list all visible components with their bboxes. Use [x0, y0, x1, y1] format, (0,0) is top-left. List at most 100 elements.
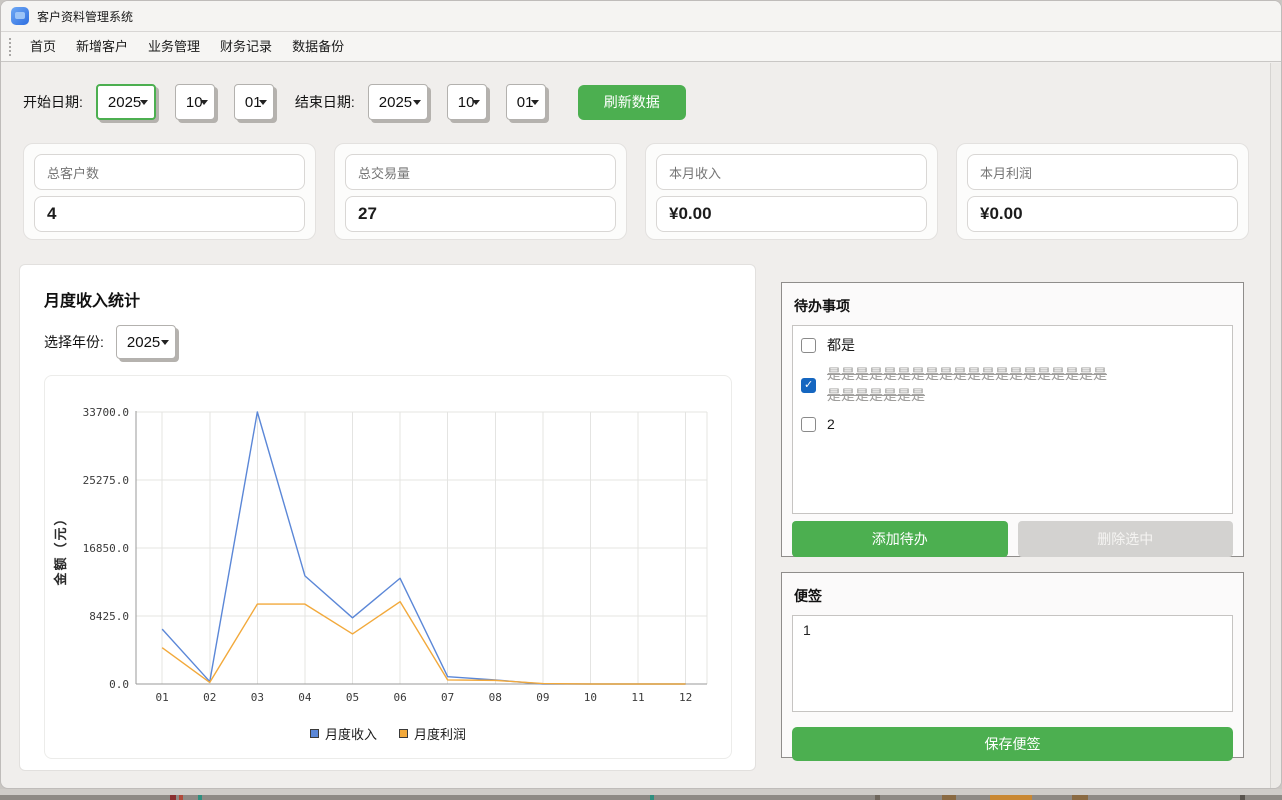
svg-text:0.0: 0.0 — [109, 678, 129, 691]
chevron-down-icon — [161, 340, 169, 345]
chevron-down-icon — [259, 100, 267, 105]
svg-text:11: 11 — [631, 691, 644, 704]
svg-text:金额（元）: 金额（元） — [53, 510, 68, 586]
svg-text:07: 07 — [441, 691, 454, 704]
todo-item-label: 都是 — [827, 335, 855, 356]
year-select-row: 选择年份: 2025 — [44, 325, 731, 359]
start-month-select[interactable]: 10 — [175, 84, 215, 120]
window-title: 客户资料管理系统 — [37, 8, 133, 25]
title-bar: 客户资料管理系统 — [1, 1, 1281, 32]
stat-card-total-transactions: 总交易量 27 — [334, 143, 627, 240]
todo-item: 是是是是是是是是是是是是是是是是是是是是是是是是是是是 — [799, 360, 1226, 410]
stat-card-total-customers: 总客户数 4 — [23, 143, 316, 240]
stat-label: 本月收入 — [669, 163, 721, 182]
save-note-button[interactable]: 保存便签 — [792, 727, 1233, 761]
chevron-down-icon — [413, 100, 421, 105]
end-date-label: 结束日期: — [295, 92, 355, 112]
legend-item: 月度收入 — [310, 724, 377, 743]
chart-legend: 月度收入 月度利润 — [45, 724, 731, 743]
chart-plot-area: 0.08425.016850.025275.033700.00102030405… — [45, 384, 731, 720]
add-todo-button[interactable]: 添加待办 — [792, 521, 1008, 557]
svg-text:06: 06 — [393, 691, 406, 704]
todo-checkbox[interactable] — [801, 338, 816, 353]
delete-selected-button[interactable]: 删除选中 — [1018, 521, 1234, 557]
start-day-select[interactable]: 01 — [234, 84, 274, 120]
stat-label: 总客户数 — [47, 163, 99, 182]
menu-item-backup[interactable]: 数据备份 — [282, 32, 354, 61]
side-column: 待办事项 都是 是是是是是是是是是是是是是是是是是是是是是是是是是是是 2 — [781, 282, 1244, 758]
chart-year-select[interactable]: 2025 — [116, 325, 176, 359]
menu-item-finance[interactable]: 财务记录 — [210, 32, 282, 61]
stat-label: 总交易量 — [358, 163, 410, 182]
desktop-speck — [1072, 795, 1088, 800]
legend-item: 月度利润 — [399, 724, 466, 743]
svg-text:12: 12 — [679, 691, 692, 704]
monthly-chart-svg: 0.08425.016850.025275.033700.00102030405… — [45, 384, 731, 720]
todo-item: 都是 — [799, 331, 1226, 360]
stat-value: 4 — [47, 204, 56, 224]
stat-label-box: 本月利润 — [967, 154, 1238, 190]
svg-text:01: 01 — [156, 691, 169, 704]
svg-text:05: 05 — [346, 691, 359, 704]
main-content: 开始日期: 2025 10 01 结束日期: 2025 10 — [1, 63, 1269, 788]
todo-buttons-row: 添加待办 删除选中 — [792, 521, 1233, 557]
end-month-select[interactable]: 10 — [447, 84, 487, 120]
svg-text:09: 09 — [536, 691, 549, 704]
start-year-select[interactable]: 2025 — [96, 84, 156, 120]
stat-value: ¥0.00 — [669, 204, 712, 224]
refresh-data-button[interactable]: 刷新数据 — [578, 85, 686, 120]
todo-checkbox[interactable] — [801, 378, 816, 393]
legend-label: 月度收入 — [325, 724, 377, 743]
stat-label-box: 本月收入 — [656, 154, 927, 190]
todo-panel-title: 待办事项 — [794, 296, 1233, 316]
menu-item-business[interactable]: 业务管理 — [138, 32, 210, 61]
svg-text:08: 08 — [489, 691, 502, 704]
scrollbar-track[interactable] — [1270, 63, 1281, 788]
desktop-speck — [198, 795, 202, 800]
app-icon — [11, 7, 29, 25]
stat-label-box: 总交易量 — [345, 154, 616, 190]
monthly-income-panel: 月度收入统计 选择年份: 2025 0.0 8425.0 16850.0 25275.… — [19, 264, 756, 771]
year-select-label: 选择年份: — [44, 332, 104, 352]
chart-title: 月度收入统计 — [44, 287, 731, 311]
notes-panel: 便签 1 保存便签 — [781, 572, 1244, 758]
legend-swatch-icon — [310, 729, 319, 738]
end-year-value: 2025 — [379, 94, 412, 111]
main-section: 月度收入统计 选择年份: 2025 0.0 8425.0 16850.0 25275.… — [21, 264, 1269, 771]
end-day-select[interactable]: 01 — [506, 84, 546, 120]
stat-label-box: 总客户数 — [34, 154, 305, 190]
desktop-speck — [170, 795, 176, 800]
stat-card-month-income: 本月收入 ¥0.00 — [645, 143, 938, 240]
menu-bar: 首页 新增客户 业务管理 财务记录 数据备份 — [1, 32, 1281, 62]
todo-checkbox[interactable] — [801, 417, 816, 432]
start-date-label: 开始日期: — [23, 92, 83, 112]
desktop-speck — [990, 795, 1032, 800]
svg-text:16850.0: 16850.0 — [83, 542, 129, 555]
todo-item: 2 — [799, 410, 1226, 439]
end-year-select[interactable]: 2025 — [368, 84, 428, 120]
svg-text:8425.0: 8425.0 — [89, 610, 129, 623]
menu-item-new-customer[interactable]: 新增客户 — [66, 32, 138, 61]
stat-value: ¥0.00 — [980, 204, 1023, 224]
svg-text:10: 10 — [584, 691, 597, 704]
svg-text:02: 02 — [203, 691, 216, 704]
legend-swatch-icon — [399, 729, 408, 738]
notes-textarea[interactable]: 1 — [792, 615, 1233, 712]
notes-panel-title: 便签 — [794, 586, 1233, 606]
todo-item-label: 是是是是是是是是是是是是是是是是是是是是是是是是是是是 — [827, 364, 1115, 406]
stat-card-month-profit: 本月利润 ¥0.00 — [956, 143, 1249, 240]
chevron-down-icon — [472, 100, 480, 105]
chevron-down-icon — [531, 100, 539, 105]
desktop-speck — [875, 795, 880, 800]
legend-label: 月度利润 — [414, 724, 466, 743]
stat-value: 27 — [358, 204, 377, 224]
svg-text:03: 03 — [251, 691, 264, 704]
toolbar-grip-icon — [9, 38, 12, 56]
stat-label: 本月利润 — [980, 163, 1032, 182]
chevron-down-icon — [200, 100, 208, 105]
todo-list: 都是 是是是是是是是是是是是是是是是是是是是是是是是是是是是 2 — [792, 325, 1233, 514]
svg-text:33700.0: 33700.0 — [83, 406, 129, 419]
menu-item-home[interactable]: 首页 — [20, 32, 66, 61]
date-filter-row: 开始日期: 2025 10 01 结束日期: 2025 10 — [23, 83, 1269, 121]
svg-text:25275.0: 25275.0 — [83, 474, 129, 487]
